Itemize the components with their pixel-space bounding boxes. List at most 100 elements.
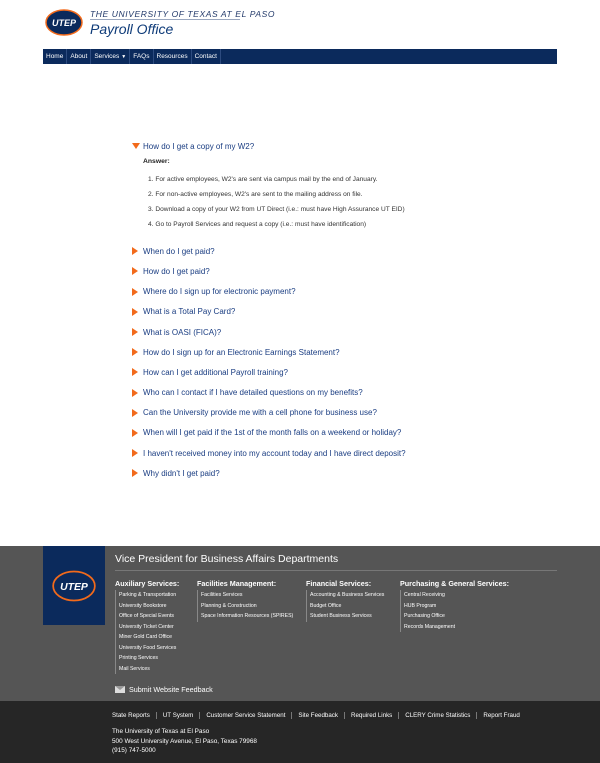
- bottom-link[interactable]: UT System: [155, 712, 199, 719]
- footer-column-purchasing: Purchasing & General Services: Central R…: [400, 579, 509, 632]
- triangle-right-icon: [132, 368, 138, 377]
- faq-answer: Answer: 1. For active employees, W2's ar…: [132, 156, 572, 241]
- submit-feedback-label: Submit Website Feedback: [129, 685, 213, 694]
- footer-link[interactable]: Planning & Construction: [201, 601, 293, 612]
- footer-link[interactable]: Facilities Services: [201, 590, 293, 601]
- footer-column-heading: Financial Services:: [306, 579, 372, 588]
- nav-services[interactable]: Services ▼: [91, 49, 131, 64]
- footer-logo[interactable]: UTEP: [43, 546, 105, 625]
- nav-services-label: Services: [94, 53, 120, 60]
- faq-question-text: I haven't received money into my account…: [143, 448, 406, 458]
- bottom-link[interactable]: State Reports: [112, 712, 156, 719]
- footer-link[interactable]: University Ticket Center: [119, 622, 179, 633]
- footer-link-list: Accounting & Business Services Budget Of…: [306, 590, 384, 622]
- page: UTEP THE UNIVERSITY OF TEXAS AT EL PASO …: [0, 0, 600, 763]
- faq-question[interactable]: How do I get paid?: [132, 261, 572, 281]
- footer-link[interactable]: Space Information Resources (SPIRES): [201, 611, 293, 622]
- caret-down-icon: ▼: [121, 53, 127, 60]
- footer-link[interactable]: Accounting & Business Services: [310, 590, 384, 601]
- faq-question-text: Why didn't I get paid?: [143, 468, 220, 478]
- bottom-link[interactable]: Report Fraud: [476, 712, 525, 719]
- bottom-link[interactable]: CLERY Crime Statistics: [398, 712, 476, 719]
- faq-question-text: What is OASI (FICA)?: [143, 327, 222, 337]
- faq-question[interactable]: How do I sign up for an Electronic Earni…: [132, 342, 572, 362]
- nav-home-label: Home: [46, 53, 64, 60]
- faq-question-text: How do I get a copy of my W2?: [143, 141, 255, 151]
- triangle-right-icon: [132, 307, 138, 316]
- footer-link[interactable]: Printing Services: [119, 653, 179, 664]
- header-rule: [90, 19, 240, 20]
- answer-list: 1. For active employees, W2's are sent v…: [148, 176, 405, 235]
- footer-link[interactable]: Student Business Services: [310, 611, 384, 622]
- faq-list: How do I get a copy of my W2? Answer: 1.…: [132, 136, 572, 483]
- university-name[interactable]: THE UNIVERSITY OF TEXAS AT EL PASO: [90, 9, 275, 19]
- faq-question-text: How can I get additional Payroll trainin…: [143, 367, 288, 377]
- footer-column-auxiliary: Auxiliary Services: Parking & Transporta…: [115, 579, 179, 674]
- footer-link-list: Central Receiving HUB Program Purchasing…: [400, 590, 509, 632]
- triangle-right-icon: [132, 449, 138, 458]
- faq-question-text: How do I get paid?: [143, 266, 210, 276]
- nav-contact[interactable]: Contact: [192, 49, 221, 64]
- nav-faqs[interactable]: FAQs: [130, 49, 154, 64]
- faq-question[interactable]: How can I get additional Payroll trainin…: [132, 362, 572, 382]
- main-nav: Home About Services ▼ FAQs Resources Cont…: [43, 49, 557, 64]
- phone-number: (915) 747-5000: [112, 747, 156, 754]
- nav-home[interactable]: Home: [43, 49, 68, 64]
- logo-text: UTEP: [52, 18, 77, 28]
- envelope-icon: [115, 686, 125, 693]
- answer-item: 2. For non-active employees, W2's are se…: [148, 190, 363, 198]
- footer-column-financial: Financial Services: Accounting & Busines…: [306, 579, 384, 622]
- faq-question[interactable]: Why didn't I get paid?: [132, 463, 572, 483]
- nav-about[interactable]: About: [67, 49, 92, 64]
- faq-question[interactable]: What is OASI (FICA)?: [132, 322, 572, 342]
- faq-question[interactable]: I haven't received money into my account…: [132, 443, 572, 463]
- footer-link[interactable]: Parking & Transportation: [119, 590, 179, 601]
- triangle-right-icon: [132, 287, 138, 296]
- utep-logo[interactable]: UTEP: [45, 9, 83, 36]
- faq-question[interactable]: What is a Total Pay Card?: [132, 302, 572, 322]
- footer-link-list: Facilities Services Planning & Construct…: [197, 590, 293, 622]
- faq-question-text: When do I get paid?: [143, 246, 215, 256]
- footer-link[interactable]: Central Receiving: [404, 590, 509, 601]
- faq-question[interactable]: Where do I sign up for electronic paymen…: [132, 282, 572, 302]
- faq-question-text: What is a Total Pay Card?: [143, 307, 236, 317]
- answer-label: Answer:: [143, 158, 170, 166]
- footer-link[interactable]: Miner Gold Card Office: [119, 632, 179, 643]
- faq-question-text: Who can I contact if I have detailed que…: [143, 388, 363, 398]
- faq-question-open[interactable]: How do I get a copy of my W2?: [132, 136, 572, 156]
- page-title: FAQs: [280, 84, 320, 101]
- footer-logo-text: UTEP: [60, 582, 88, 593]
- bottom-links: State Reports UT System Customer Service…: [112, 712, 526, 719]
- triangle-right-icon: [132, 469, 138, 478]
- department-title[interactable]: Payroll Office: [90, 21, 173, 37]
- triangle-right-icon: [132, 388, 138, 397]
- footer-link[interactable]: Office of Special Events: [119, 611, 179, 622]
- faq-question[interactable]: When will I get paid if the 1st of the m…: [132, 423, 572, 443]
- triangle-right-icon: [132, 328, 138, 337]
- footer-link[interactable]: University Food Services: [119, 643, 179, 654]
- header: UTEP THE UNIVERSITY OF TEXAS AT EL PASO …: [0, 0, 600, 48]
- triangle-right-icon: [132, 348, 138, 357]
- footer-link-list: Parking & Transportation University Book…: [115, 590, 179, 674]
- triangle-right-icon: [132, 428, 138, 437]
- footer-link[interactable]: Budget Office: [310, 601, 384, 612]
- faq-question[interactable]: Who can I contact if I have detailed que…: [132, 383, 572, 403]
- footer-link[interactable]: HUB Program: [404, 601, 509, 612]
- footer-link[interactable]: University Bookstore: [119, 601, 179, 612]
- faq-question[interactable]: Can the University provide me with a cel…: [132, 403, 572, 423]
- bottom-link[interactable]: Customer Service Statement: [199, 712, 291, 719]
- footer-link[interactable]: Records Management: [404, 622, 509, 633]
- footer-link[interactable]: Purchasing Office: [404, 611, 509, 622]
- bottom-link[interactable]: Required Links: [343, 712, 398, 719]
- bottom-bar: [0, 701, 600, 763]
- faq-question-text: Where do I sign up for electronic paymen…: [143, 287, 296, 297]
- footer-link[interactable]: Mail Services: [119, 664, 179, 675]
- bottom-link[interactable]: Site Feedback: [291, 712, 344, 719]
- submit-feedback-link[interactable]: Submit Website Feedback: [115, 685, 213, 694]
- faq-question[interactable]: When do I get paid?: [132, 241, 572, 261]
- footer-title: Vice President for Business Affairs Depa…: [115, 553, 339, 565]
- nav-contact-label: Contact: [194, 53, 217, 60]
- nav-resources[interactable]: Resources: [154, 49, 192, 64]
- footer-column-heading: Facilities Management:: [197, 579, 277, 588]
- footer-column-heading: Purchasing & General Services:: [400, 579, 510, 588]
